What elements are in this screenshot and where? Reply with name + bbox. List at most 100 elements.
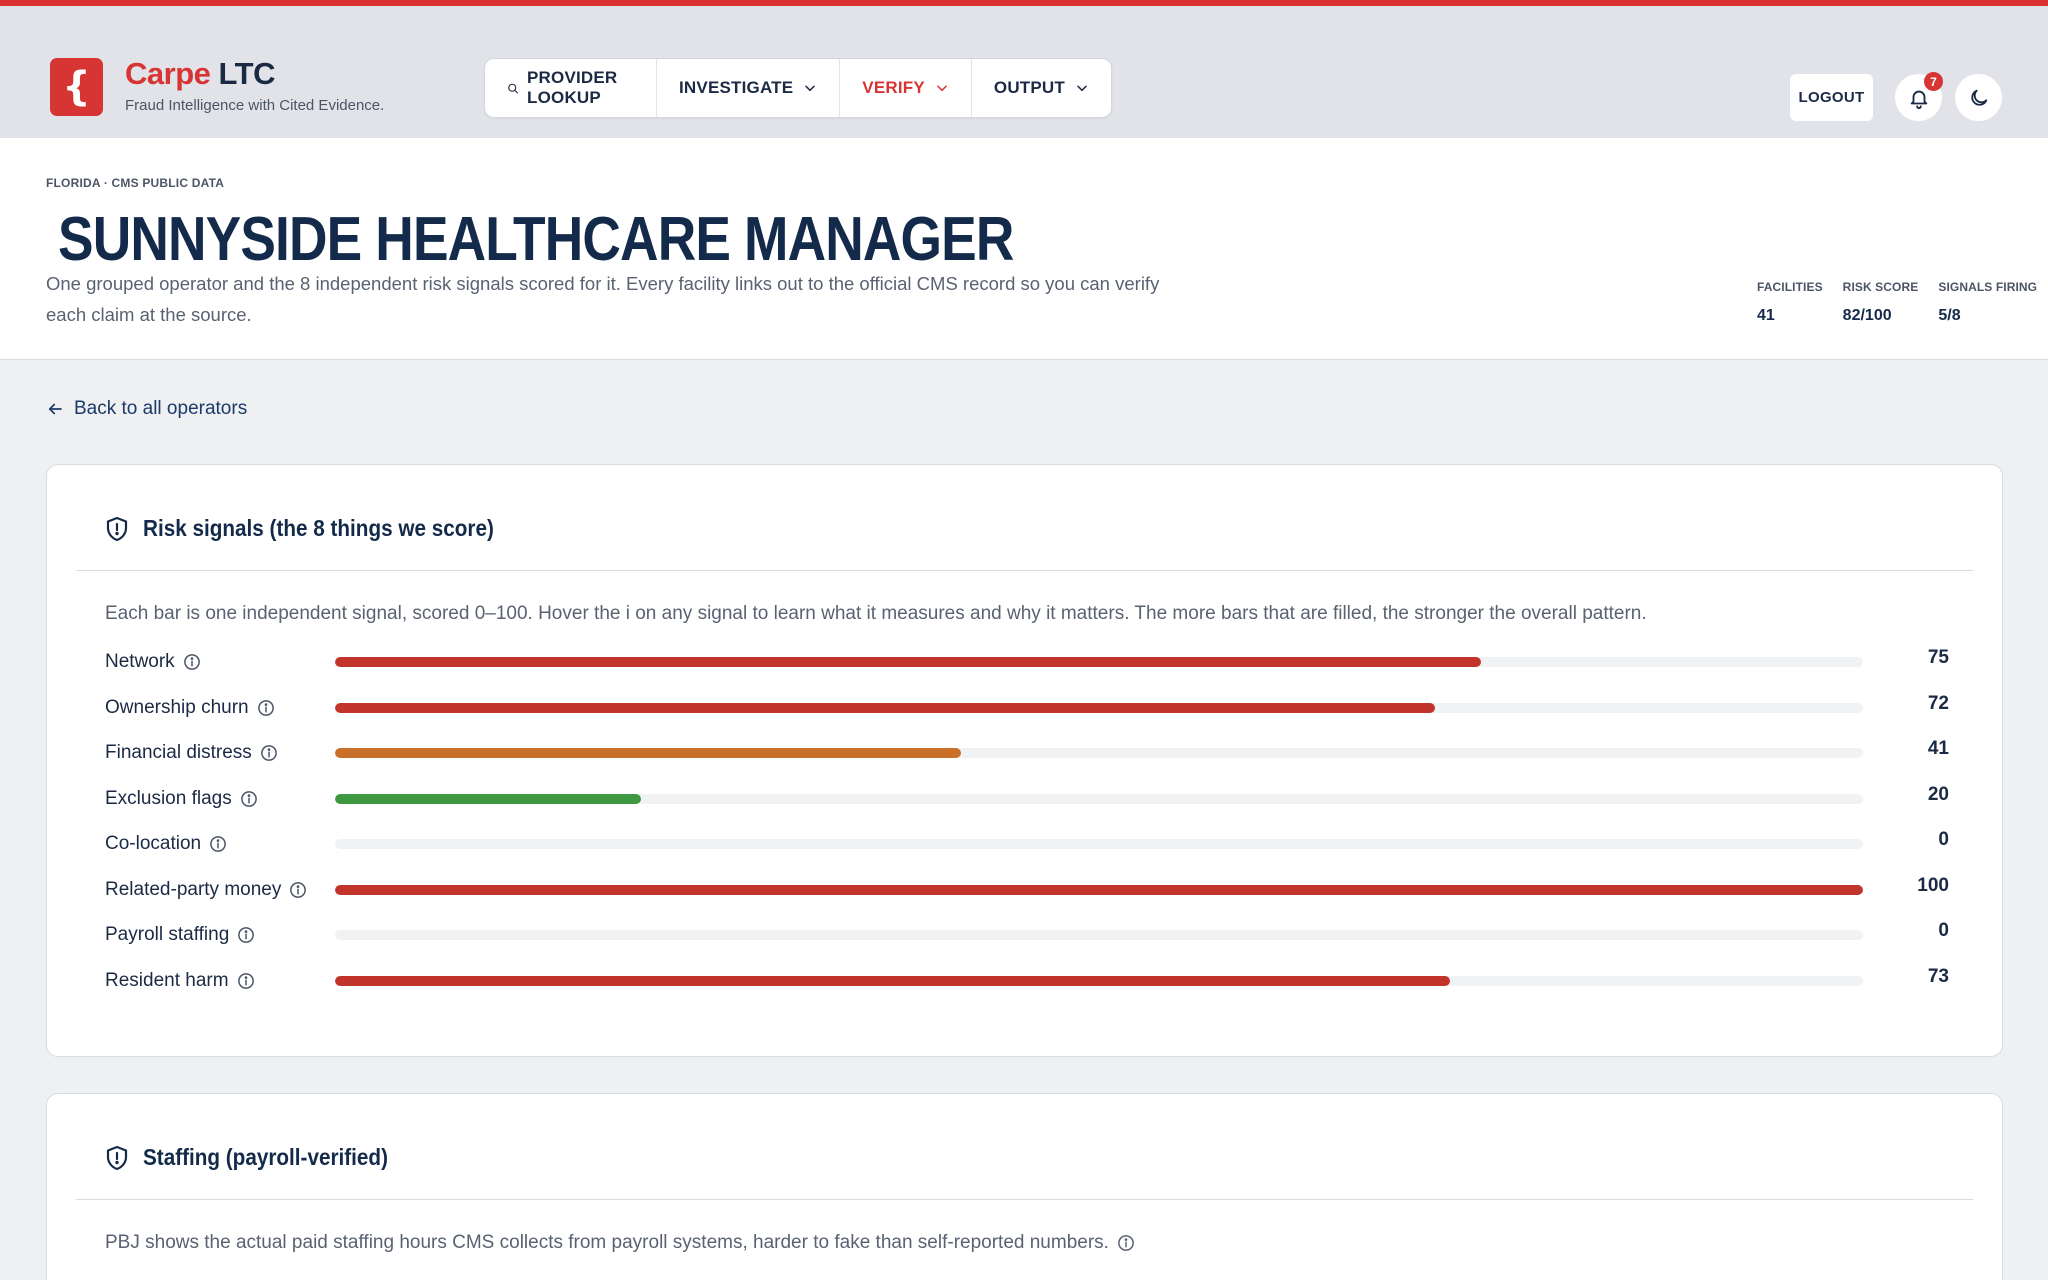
signal-label-text: Related-party money — [105, 878, 282, 900]
staffing-card: Staffing (payroll-verified) PBJ shows th… — [46, 1093, 2003, 1280]
signal-bar-fill — [335, 657, 1481, 667]
info-icon[interactable] — [183, 653, 201, 671]
breadcrumb: FLORIDA · CMS PUBLIC DATA — [46, 176, 225, 190]
info-icon[interactable] — [260, 744, 278, 762]
signal-label: Related-party money — [105, 875, 307, 905]
logo-glyph: { — [62, 64, 91, 110]
nav-output-label: OUTPUT — [993, 78, 1065, 97]
staffing-description: PBJ shows the actual paid staffing hours… — [105, 1232, 1109, 1253]
nav-provider-lookup[interactable]: PROVIDER LOOKUP — [485, 59, 657, 117]
signal-score: 20 — [1927, 783, 1949, 805]
stat-signals-firing: SIGNALS FIRING 5/8 — [1938, 280, 2037, 325]
signal-bar-fill — [335, 793, 641, 804]
signal-score: 100 — [1917, 874, 1949, 896]
nav-investigate[interactable]: INVESTIGATE — [657, 59, 841, 117]
stat-label: RISK SCORE — [1842, 280, 1919, 294]
staffing-description-row: PBJ shows the actual paid staffing hours… — [105, 1232, 1135, 1254]
brand-name-part2: LTC — [218, 56, 276, 91]
signal-bar-fill — [335, 975, 1451, 986]
page-title: SUNNYSIDE HEALTHCARE MANAGER — [58, 205, 1014, 274]
chevron-down-icon — [937, 85, 947, 92]
signal-score: 72 — [1927, 692, 1949, 714]
stat-label: FACILITIES — [1757, 280, 1823, 294]
signal-label-text: Ownership churn — [105, 696, 249, 718]
arrow-left-icon — [48, 403, 62, 415]
stat-value: 5/8 — [1938, 307, 1961, 324]
info-icon[interactable] — [240, 790, 258, 808]
signal-label: Payroll staffing — [105, 920, 255, 950]
info-icon[interactable] — [209, 835, 227, 853]
signal-row: Ownership churn 72 — [105, 693, 2005, 723]
staffing-header: Staffing (payroll-verified) — [105, 1144, 415, 1171]
stat-value: 82/100 — [1842, 307, 1892, 324]
signal-bar-track — [335, 748, 1863, 758]
signal-bar-fill — [335, 702, 1436, 713]
signal-row: Exclusion flags 20 — [105, 784, 2005, 814]
staffing-title: Staffing (payroll-verified) — [143, 1144, 388, 1170]
divider — [76, 570, 1973, 571]
risk-signals-title: Risk signals (the 8 things we score) — [143, 515, 494, 541]
app-header: { Carpe LTC Fraud Intelligence with Cite… — [0, 6, 2048, 138]
back-to-operators-link[interactable]: Back to all operators — [46, 398, 247, 420]
stat-value: 41 — [1757, 307, 1775, 324]
signal-label-text: Resident harm — [105, 969, 229, 991]
signal-bar-fill — [335, 884, 1863, 895]
nav-investigate-label: INVESTIGATE — [679, 78, 794, 97]
theme-toggle-button[interactable] — [1955, 74, 2002, 121]
signal-bar-track — [335, 884, 1863, 895]
signal-label-text: Payroll staffing — [105, 924, 230, 945]
signal-label: Resident harm — [105, 966, 255, 996]
signal-bar-track — [335, 702, 1863, 713]
signal-bar-track — [335, 793, 1863, 804]
signal-bar-track — [335, 657, 1863, 667]
logout-button[interactable]: LOGOUT — [1790, 74, 1873, 121]
signal-row: Resident harm 73 — [105, 966, 2005, 996]
signal-bar-track — [335, 975, 1863, 986]
moon-icon — [1970, 89, 1987, 106]
nav-output[interactable]: OUTPUT — [972, 59, 1111, 117]
nav-verify-label: VERIFY — [862, 78, 925, 97]
info-icon[interactable] — [237, 926, 255, 944]
signal-score: 0 — [1938, 829, 1949, 850]
info-icon[interactable] — [1117, 1234, 1135, 1252]
brand-tagline: Fraud Intelligence with Cited Evidence. — [125, 97, 385, 114]
divider — [76, 1199, 1973, 1200]
operator-stats: FACILITIES 41 RISK SCORE 82/100 SIGNALS … — [1757, 280, 2037, 325]
risk-signals-card: Risk signals (the 8 things we score) Eac… — [46, 464, 2003, 1057]
signal-label-text: Financial distress — [105, 742, 252, 763]
signal-row: Co-location 0 — [105, 829, 2005, 859]
shield-alert-icon — [106, 516, 128, 541]
chevron-down-icon — [805, 85, 816, 92]
info-icon[interactable] — [257, 699, 275, 717]
signal-label-text: Co-location — [105, 833, 202, 854]
logo-icon[interactable]: { — [50, 58, 103, 116]
bell-icon — [1910, 90, 1927, 109]
signal-label: Financial distress — [105, 738, 278, 768]
signal-row: Financial distress 41 — [105, 738, 2005, 768]
notifications-button[interactable]: 7 — [1895, 72, 1943, 121]
stat-risk-score: RISK SCORE 82/100 — [1843, 280, 1919, 325]
info-icon[interactable] — [237, 972, 255, 990]
nav-provider-lookup-label: PROVIDER LOOKUP — [527, 68, 618, 107]
page-description: One grouped operator and the 8 independe… — [46, 273, 1160, 325]
signal-label-text: Exclusion flags — [105, 787, 232, 809]
signal-bar-track — [335, 930, 1863, 940]
signal-label-text: Network — [105, 651, 175, 672]
shield-alert-icon — [106, 1145, 128, 1170]
signal-label: Co-location — [105, 829, 227, 859]
back-link-label: Back to all operators — [74, 398, 248, 419]
nav-verify[interactable]: VERIFY — [840, 59, 972, 117]
search-icon — [508, 83, 519, 94]
signal-score: 73 — [1927, 965, 1949, 987]
signal-label: Exclusion flags — [105, 784, 258, 814]
signal-score: 75 — [1927, 647, 1949, 668]
signal-bar-fill — [335, 748, 962, 758]
operator-hero: FLORIDA · CMS PUBLIC DATA SUNNYSIDE HEAL… — [0, 138, 2048, 360]
signal-row: Payroll staffing 0 — [105, 920, 2005, 950]
signal-score: 0 — [1938, 920, 1949, 941]
brand-name[interactable]: Carpe LTC — [125, 56, 275, 92]
stat-label: SIGNALS FIRING — [1938, 280, 2038, 294]
notification-count-badge: 7 — [1924, 72, 1943, 91]
info-icon[interactable] — [289, 881, 307, 899]
risk-signals-header: Risk signals (the 8 things we score) — [105, 515, 533, 542]
